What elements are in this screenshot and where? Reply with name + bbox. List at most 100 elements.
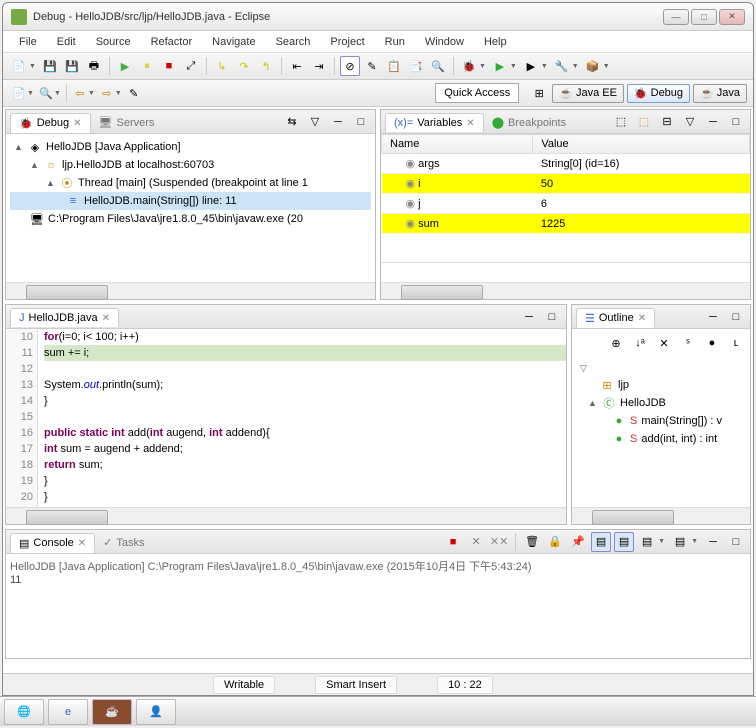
code-line[interactable]: return sum; (44, 457, 566, 473)
step-into-icon[interactable]: ↳ (212, 56, 232, 76)
menu-search[interactable]: Search (268, 34, 319, 50)
tool2-icon[interactable]: 📋 (384, 56, 404, 76)
close-button[interactable]: ✕ (719, 9, 745, 25)
minimize-button[interactable]: — (663, 9, 689, 25)
terminate-icon[interactable]: ■ (443, 532, 463, 552)
menu-icon[interactable]: ▤ (670, 532, 690, 552)
ie-icon[interactable]: e (48, 699, 88, 725)
chrome-icon[interactable]: 🌐 (4, 699, 44, 725)
outline-method[interactable]: main(String[]) : v (641, 415, 722, 427)
menu-navigate[interactable]: Navigate (204, 34, 263, 50)
tab-variables[interactable]: (x)=Variables✕ (385, 113, 484, 132)
code-line[interactable]: int sum = augend + addend; (44, 441, 566, 457)
code-line[interactable]: for(i=0; i< 100; i++) (44, 329, 566, 345)
suspend-icon[interactable]: ⏸ (137, 56, 157, 76)
nav-back-icon[interactable]: ⇦ (70, 83, 90, 103)
step-return-icon[interactable]: ↰ (256, 56, 276, 76)
disconnect-icon[interactable]: ⤢ (181, 56, 201, 76)
tab-outline[interactable]: ☰Outline✕ (576, 308, 655, 328)
tab-console[interactable]: ▤Console✕ (10, 533, 95, 553)
menu-run[interactable]: Run (377, 34, 413, 50)
maximize-view-icon[interactable]: □ (726, 307, 746, 327)
scrollbar[interactable] (572, 507, 750, 524)
show-logical-icon[interactable]: ⬚ (634, 112, 654, 132)
close-icon[interactable]: ✕ (638, 313, 646, 324)
step-over-icon[interactable]: ↷ (234, 56, 254, 76)
hide-local-icon[interactable]: ʟ (726, 333, 746, 353)
variable-row[interactable]: ◉ sum1225 (382, 214, 750, 234)
pin-icon[interactable]: 📌 (568, 532, 588, 552)
code-editor[interactable]: 101112131415161718192021 for(i=0; i< 100… (6, 329, 566, 507)
outline-method[interactable]: add(int, int) : int (641, 433, 717, 445)
resume-icon[interactable]: ▶ (115, 56, 135, 76)
code-line[interactable]: } (44, 393, 566, 409)
hide-nonpublic-icon[interactable]: ● (702, 333, 722, 353)
tree-thread[interactable]: Thread [main] (Suspended (breakpoint at … (78, 177, 308, 189)
tree-root[interactable]: HelloJDB [Java Application] (46, 141, 181, 153)
maximize-view-icon[interactable]: □ (726, 112, 746, 132)
menu-refactor[interactable]: Refactor (143, 34, 201, 50)
focus-icon[interactable]: ⊕ (606, 333, 626, 353)
terminate-icon[interactable]: ■ (159, 56, 179, 76)
tab-editor-file[interactable]: JHelloJDB.java✕ (10, 308, 119, 327)
code-line[interactable] (44, 361, 566, 377)
code-line[interactable]: } (44, 489, 566, 505)
close-icon[interactable]: ✕ (78, 538, 86, 549)
close-icon[interactable]: ✕ (102, 313, 110, 324)
new-server-icon[interactable]: 📦 (583, 56, 603, 76)
debug-icon[interactable]: 🐞 (459, 56, 479, 76)
minimize-view-icon[interactable]: ─ (519, 307, 539, 327)
scrollbar[interactable] (381, 282, 750, 299)
nav-forward-icon[interactable]: ⇨ (97, 83, 117, 103)
step-filter-icon[interactable]: ⇥ (309, 56, 329, 76)
tree-process[interactable]: ljp.HelloJDB at localhost:60703 (62, 159, 214, 171)
menu-file[interactable]: File (11, 34, 45, 50)
search-icon[interactable]: 🔍 (36, 83, 56, 103)
print-icon[interactable]: 🖶 (84, 56, 104, 76)
close-icon[interactable]: ✕ (466, 118, 474, 129)
tab-tasks[interactable]: ✓Tasks (95, 533, 152, 552)
tab-debug[interactable]: 🐞Debug✕ (10, 113, 91, 133)
skip-breakpoints-icon[interactable]: ⊘ (340, 56, 360, 76)
perspective-javaee[interactable]: ☕Java EE (552, 84, 624, 103)
open-perspective-icon[interactable]: ⊞ (529, 83, 549, 103)
code-line[interactable]: public static int add(int augend, int ad… (44, 425, 566, 441)
scroll-lock-icon[interactable]: 🔒 (545, 532, 565, 552)
outline-pkg[interactable]: ljp (618, 379, 629, 391)
minimize-view-icon[interactable]: ─ (703, 532, 723, 552)
new-type-icon[interactable]: 📄 (9, 83, 29, 103)
close-icon[interactable]: ✕ (73, 118, 81, 129)
tool-icon[interactable]: ✎ (362, 56, 382, 76)
hide-fields-icon[interactable]: ✕ (654, 333, 674, 353)
maximize-view-icon[interactable]: □ (542, 307, 562, 327)
code-line[interactable]: sum += i; (44, 345, 566, 361)
scrollbar[interactable] (6, 507, 566, 524)
drop-frame-icon[interactable]: ⇤ (287, 56, 307, 76)
run-icon[interactable]: ▶ (490, 56, 510, 76)
remove-icon[interactable]: ✕ (466, 532, 486, 552)
tree-jvm[interactable]: C:\Program Files\Java\jre1.8.0_45\bin\ja… (48, 213, 303, 225)
variable-row[interactable]: ◉ i50 (382, 174, 750, 194)
menu-icon[interactable]: ▽ (680, 112, 700, 132)
save-icon[interactable]: 💾 (40, 56, 60, 76)
maximize-button[interactable]: □ (691, 9, 717, 25)
menu-help[interactable]: Help (476, 34, 515, 50)
code-line[interactable]: } (44, 473, 566, 489)
hide-static-icon[interactable]: ˢ (678, 333, 698, 353)
quick-access-input[interactable]: Quick Access (435, 83, 519, 103)
minimize-view-icon[interactable]: ─ (703, 112, 723, 132)
maximize-view-icon[interactable]: □ (726, 532, 746, 552)
console-output[interactable]: HelloJDB [Java Application] C:\Program F… (6, 554, 750, 658)
new-icon[interactable]: 📄 (9, 56, 29, 76)
outline-tree[interactable]: ▽ ⊞ljp ▲ⒸHelloJDB ●Smain(String[]) : v ●… (572, 357, 750, 507)
new-console-icon[interactable]: ▤ (637, 532, 657, 552)
show-type-icon[interactable]: ⬚ (611, 112, 631, 132)
menu-window[interactable]: Window (417, 34, 472, 50)
remove-all-icon[interactable]: ✕✕ (489, 532, 509, 552)
save-all-icon[interactable]: 💾 (62, 56, 82, 76)
external-tools-icon[interactable]: 🔧 (552, 56, 572, 76)
tool4-icon[interactable]: 🔍 (428, 56, 448, 76)
variables-table[interactable]: NameValue ◉ argsString[0] (id=16)◉ i50◉ … (381, 134, 750, 234)
variable-row[interactable]: ◉ argsString[0] (id=16) (382, 154, 750, 174)
app-icon[interactable]: 👤 (136, 699, 176, 725)
